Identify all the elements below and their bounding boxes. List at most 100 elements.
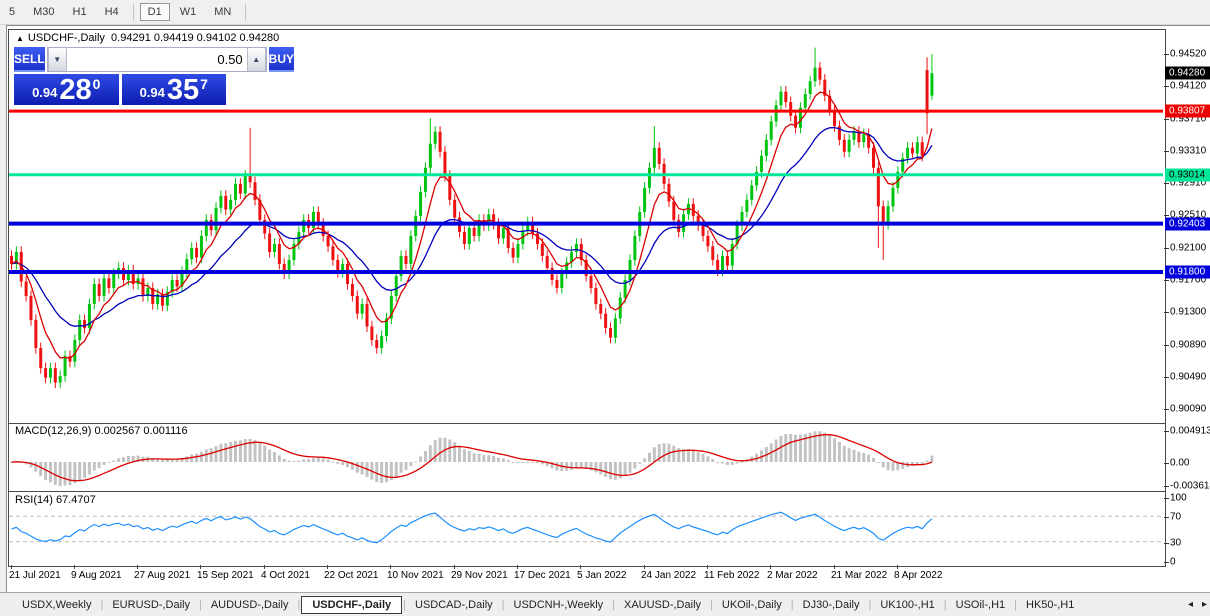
timeframe-button-mn[interactable]: MN [206, 3, 239, 21]
timeframe-button-w1[interactable]: W1 [172, 3, 205, 21]
macd-tick-label: 0.00 [1170, 457, 1190, 469]
volume-decrease-button[interactable]: ▼ [47, 48, 67, 71]
sell-price-base: 0.94 [32, 85, 58, 100]
rsi-tick-label: 100 [1170, 492, 1187, 504]
tab-uk100-h1[interactable]: UK100-,H1 [872, 596, 942, 614]
timeframe-button-h1[interactable]: H1 [65, 3, 95, 21]
timeframe-button-m30[interactable]: M30 [25, 3, 62, 21]
timeframe-button-5[interactable]: 5 [1, 3, 23, 21]
tab-dj30-daily[interactable]: DJ30-,Daily [795, 596, 868, 614]
symbol-up-arrow-icon: ▲ [16, 34, 24, 43]
chart-window: ▲ USDCHF-,Daily 0.94291 0.94419 0.94102 0… [6, 25, 1210, 593]
tab-scroll-left-icon[interactable]: ◂ [1188, 599, 1193, 610]
buy-price-big: 35 [166, 74, 200, 106]
toolbar-separator [132, 3, 134, 21]
date-tick-label: 11 Feb 2022 [704, 570, 760, 581]
price-tick-mark [1164, 345, 1169, 346]
rsi-tick-mark [1164, 498, 1169, 499]
timeframe-button-d1[interactable]: D1 [139, 3, 170, 21]
tab-eurusd-daily[interactable]: EURUSD-,Daily [104, 596, 198, 614]
price-tick-mark [1164, 151, 1169, 152]
buy-price-sup: 7 [200, 76, 208, 92]
macd-label: MACD(12,26,9) 0.002567 0.001116 [15, 425, 188, 437]
sell-button[interactable]: SELL [14, 47, 45, 72]
rsi-tick-mark [1164, 517, 1169, 518]
price-badge: 0.93014 [1165, 168, 1210, 182]
rsi-tick-label: 30 [1170, 537, 1182, 549]
one-click-trade-panel: SELL ▼ ▲ BUY 0.94280 0.94357 [14, 47, 295, 106]
symbol-label: USDCHF-,Daily [27, 32, 105, 44]
tab-usoil-h1[interactable]: USOil-,H1 [948, 596, 1014, 614]
rsi-tick-label: 0 [1170, 556, 1176, 568]
price-tick-label: 0.92100 [1170, 242, 1207, 254]
date-tick-mark [327, 565, 328, 569]
date-tick-mark [390, 565, 391, 569]
toolbar-separator [245, 3, 247, 21]
date-tick-mark [137, 565, 138, 569]
tab-separator: | [198, 598, 202, 611]
tab-separator: | [1014, 598, 1018, 611]
macd-tick-label: 0.004913 [1170, 425, 1210, 437]
price-tick-label: 0.94120 [1170, 80, 1207, 92]
date-tick-mark [580, 565, 581, 569]
tab-ukoil-daily[interactable]: UKOil-,Daily [714, 596, 790, 614]
rsi-canvas[interactable] [9, 492, 1163, 564]
buy-price-button[interactable]: 0.94 35 7 [121, 74, 226, 106]
price-tick-label: 0.90090 [1170, 403, 1207, 415]
volume-input[interactable] [66, 48, 247, 71]
symbol-tabbar: USDX,Weekly | EURUSD-,Daily | AUDUSD-,Daily |… [0, 592, 1210, 616]
date-tick-mark [834, 565, 835, 569]
buy-price-base: 0.94 [139, 85, 165, 100]
date-tick-mark [74, 565, 75, 569]
tab-separator: | [790, 598, 794, 611]
symbol-quotes: 0.94291 0.94419 0.94102 0.94280 [111, 32, 280, 44]
macd-tick-mark [1164, 486, 1169, 487]
price-tick-mark [1164, 54, 1169, 55]
timeframe-toolbar: 5 M30 H1 H4 D1 W1 MN [0, 0, 1210, 25]
price-tick-mark [1164, 280, 1169, 281]
price-tick-label: 0.94520 [1170, 48, 1207, 60]
date-tick-label: 22 Oct 2021 [324, 570, 379, 581]
tab-scroll-right-icon[interactable]: ▸ [1202, 599, 1207, 610]
tab-hk50-h1[interactable]: HK50-,H1 [1018, 596, 1082, 614]
date-tick-label: 27 Aug 2021 [134, 570, 191, 581]
tab-usdcnh-weekly[interactable]: USDCNH-,Weekly [506, 596, 612, 614]
price-tick-mark [1164, 377, 1169, 378]
date-tick-mark [11, 565, 12, 569]
volume-increase-button[interactable]: ▲ [246, 48, 266, 71]
price-tick-mark [1164, 248, 1169, 249]
terminal-root: 5 M30 H1 H4 D1 W1 MN ▲ USDCHF-,Daily 0.94291 0.… [0, 0, 1210, 616]
rsi-pane[interactable] [8, 491, 1166, 567]
price-tick-label: 0.90490 [1170, 371, 1207, 383]
price-tick-mark [1164, 312, 1169, 313]
tab-separator: | [612, 598, 615, 611]
date-tick-label: 8 Apr 2022 [894, 570, 943, 581]
tab-separator: | [100, 598, 104, 611]
date-tick-label: 5 Jan 2022 [577, 570, 627, 581]
date-tick-label: 10 Nov 2021 [387, 570, 444, 581]
date-tick-label: 2 Mar 2022 [767, 570, 818, 581]
date-tick-mark [454, 565, 455, 569]
date-tick-mark [200, 565, 201, 569]
price-tick-mark [1164, 409, 1169, 410]
date-tick-mark [897, 565, 898, 569]
buy-button[interactable]: BUY [268, 47, 295, 72]
price-tick-mark [1164, 119, 1169, 120]
tab-separator: | [403, 598, 407, 611]
tab-audusd-daily[interactable]: AUDUSD-,Daily [203, 596, 297, 614]
macd-tick-mark [1164, 463, 1169, 464]
price-badge: 0.93807 [1165, 104, 1210, 118]
date-tick-label: 21 Mar 2022 [831, 570, 888, 581]
date-tick-mark [517, 565, 518, 569]
price-badge: 0.94280 [1165, 66, 1210, 80]
price-tick-label: 0.91300 [1170, 306, 1207, 318]
tab-xauusd-daily[interactable]: XAUUSD-,Daily [616, 596, 709, 614]
rsi-tick-mark [1164, 562, 1169, 563]
tab-usdchf-daily[interactable]: USDCHF-,Daily [301, 595, 403, 614]
tab-usdcad-daily[interactable]: USDCAD-,Daily [407, 596, 501, 614]
sell-price-button[interactable]: 0.94 28 0 [14, 74, 119, 105]
date-tick-label: 24 Jan 2022 [641, 570, 697, 581]
tab-usdx-weekly[interactable]: USDX,Weekly [14, 596, 99, 614]
timeframe-button-h4[interactable]: H4 [97, 3, 127, 21]
tab-separator: | [710, 598, 713, 611]
